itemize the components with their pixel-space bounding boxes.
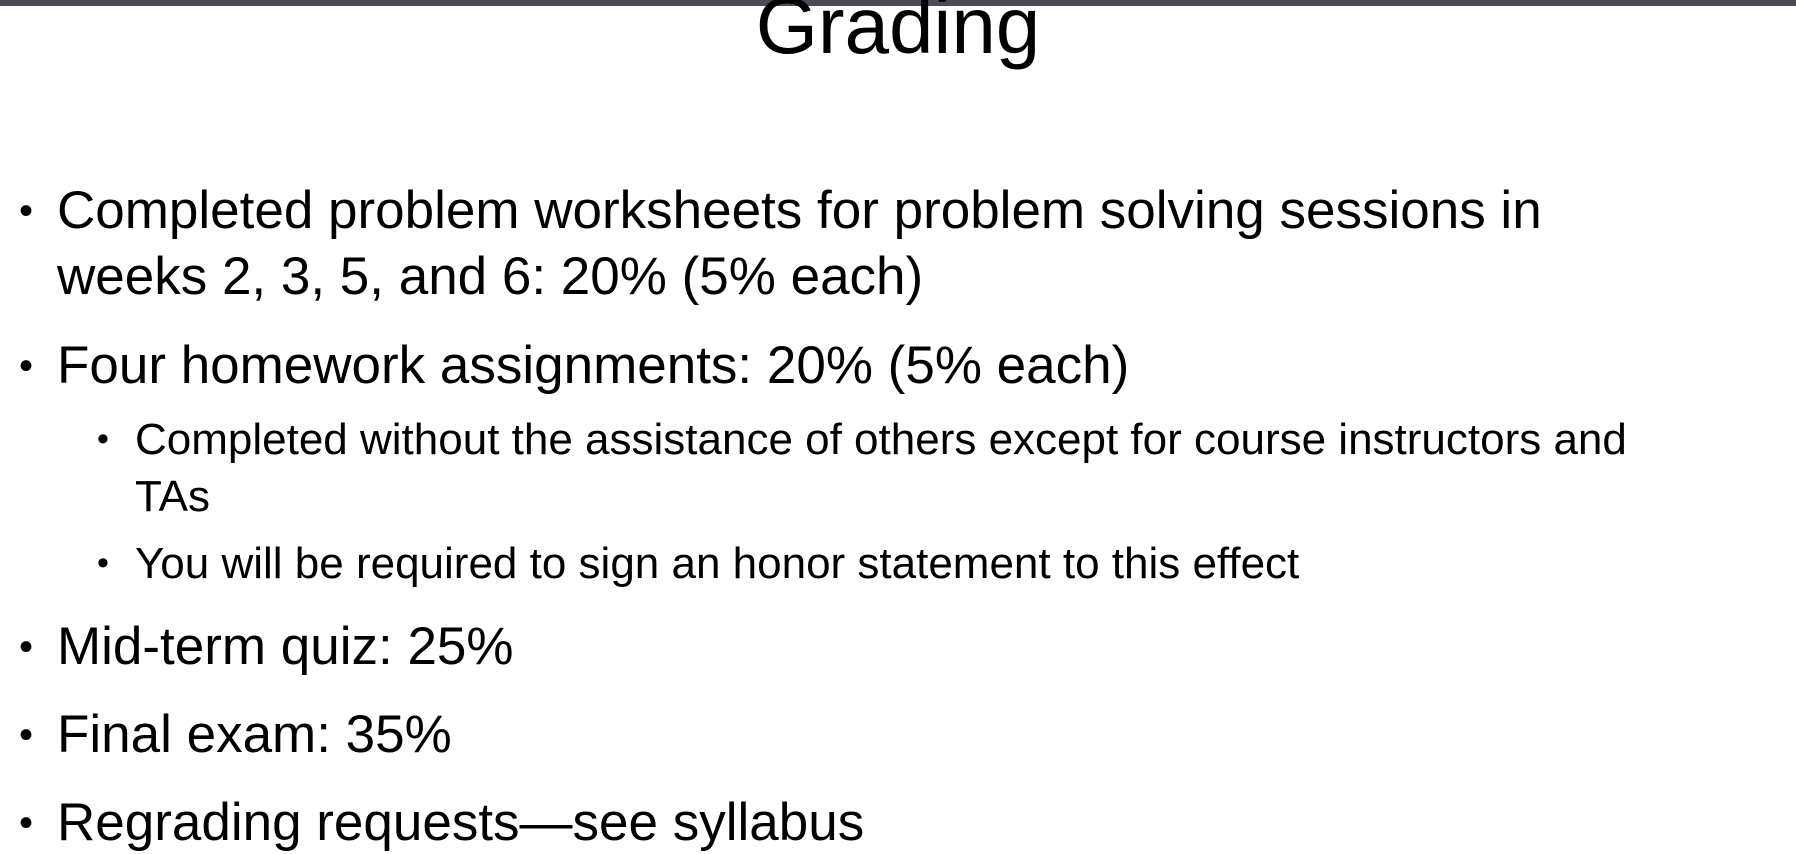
bullet-item-regrading: • Regrading requests—see syllabus (19, 790, 865, 854)
bullet-dot-icon: • (97, 420, 109, 458)
bullet-text: Final exam: 35% (57, 705, 452, 764)
sub-bullet-item-honor-statement: • You will be required to sign an honor … (97, 535, 1300, 592)
bullet-dot-icon: • (19, 189, 34, 233)
sub-bullet-item-no-assistance-cont: TAs (135, 468, 210, 525)
bullet-item-worksheets-cont: weeks 2, 3, 5, and 6: 20% (5% each) (57, 244, 923, 310)
bullet-text: Completed problem worksheets for problem… (57, 181, 1542, 240)
bullet-dot-icon: • (19, 344, 34, 388)
bullet-text: Regrading requests—see syllabus (57, 793, 865, 852)
bullet-dot-icon: • (19, 801, 34, 845)
bullet-item-homework: • Four homework assignments: 20% (5% eac… (19, 333, 1130, 399)
bullet-text: Mid-term quiz: 25% (57, 617, 514, 676)
sub-bullet-text: You will be required to sign an honor st… (135, 539, 1300, 588)
bullet-item-midterm: • Mid-term quiz: 25% (19, 614, 514, 680)
sub-bullet-text: TAs (135, 472, 210, 521)
slide-title: Grading (755, 0, 1041, 70)
bullet-text: Four homework assignments: 20% (5% each) (57, 336, 1130, 395)
bullet-item-final-exam: • Final exam: 35% (19, 702, 452, 768)
bullet-dot-icon: • (97, 544, 109, 582)
sub-bullet-text: Completed without the assistance of othe… (135, 415, 1627, 464)
bullet-item-worksheets: • Completed problem worksheets for probl… (19, 178, 1542, 244)
bullet-text: weeks 2, 3, 5, and 6: 20% (5% each) (57, 247, 924, 306)
bullet-dot-icon: • (19, 713, 34, 757)
bullet-dot-icon: • (19, 625, 34, 669)
sub-bullet-item-no-assistance: • Completed without the assistance of ot… (97, 411, 1627, 468)
slide: Grading • Completed problem worksheets f… (0, 0, 1796, 854)
